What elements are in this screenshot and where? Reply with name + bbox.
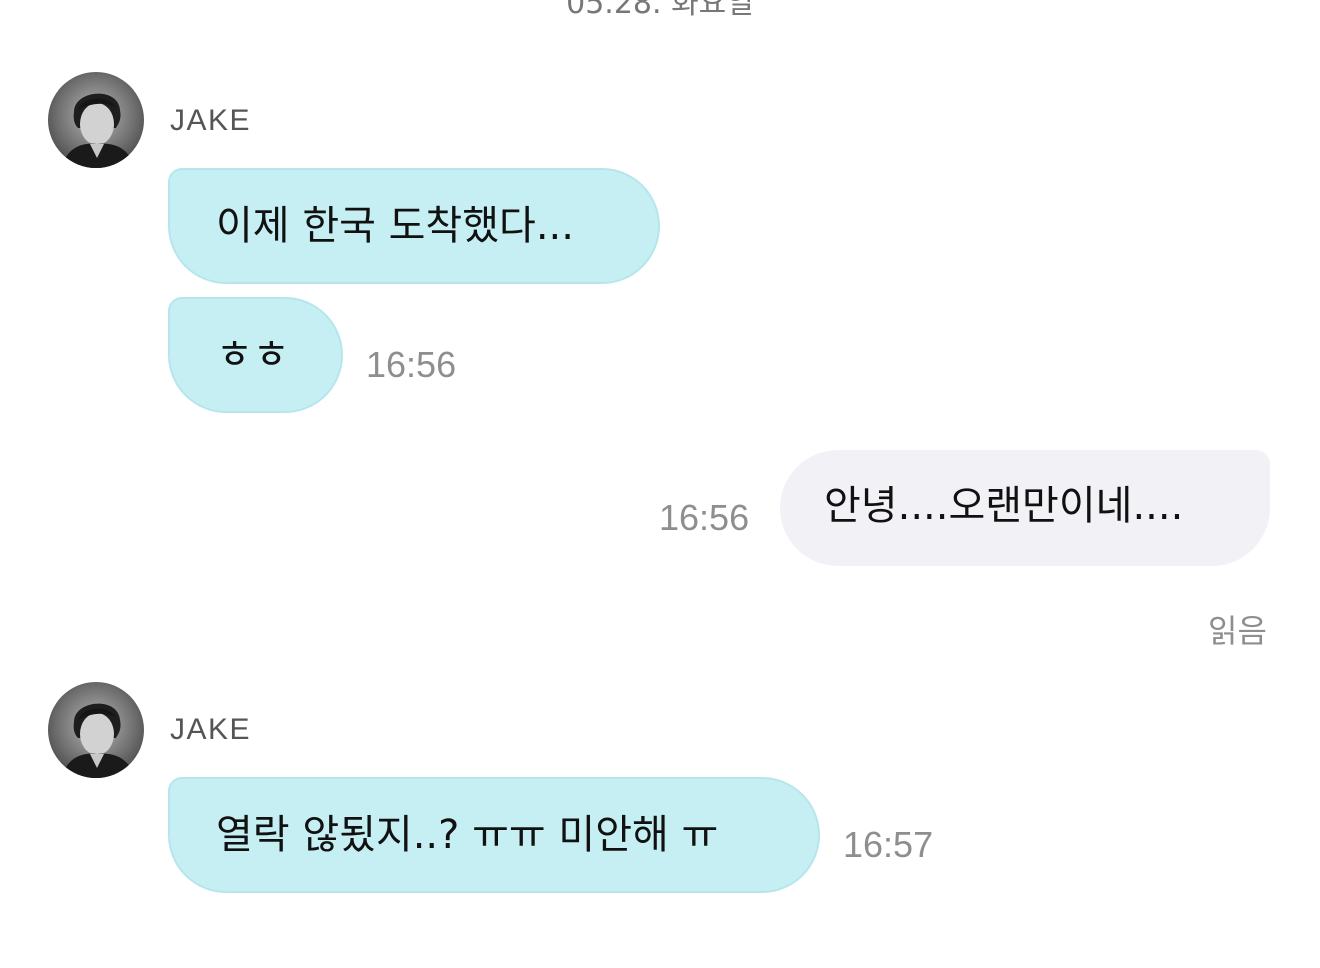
outgoing-message-bubble[interactable]: 안녕....오랜만이네.... <box>780 450 1270 566</box>
sender-name: JAKE <box>170 713 252 746</box>
incoming-message-bubble[interactable]: 이제 한국 도착했다... <box>168 168 660 284</box>
incoming-message-bubble[interactable]: 열락 않됬지..? ㅠㅠ 미안해 ㅠ <box>168 777 820 893</box>
incoming-message-bubble[interactable]: ㅎㅎ <box>168 297 343 413</box>
sender-avatar[interactable] <box>48 682 144 778</box>
sender-avatar[interactable] <box>48 72 144 168</box>
message-timestamp: 16:56 <box>659 497 750 538</box>
sender-name: JAKE <box>170 104 252 137</box>
date-divider: 05.28. 화요일 <box>566 0 754 21</box>
message-timestamp: 16:57 <box>843 824 934 865</box>
read-status: 읽음 <box>1208 612 1267 650</box>
message-timestamp: 16:56 <box>366 344 457 385</box>
profile-photo-icon <box>62 703 134 778</box>
profile-photo-icon <box>62 93 134 168</box>
